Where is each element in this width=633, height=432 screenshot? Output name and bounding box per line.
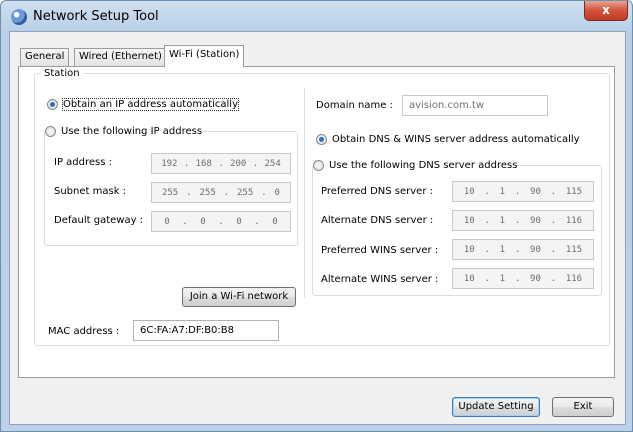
ip-octet: 0: [274, 187, 280, 198]
exit-button[interactable]: Exit: [552, 397, 614, 417]
ip-octet: 0: [272, 216, 278, 227]
radio-checked-icon: [316, 134, 327, 145]
ip-octet: 10: [463, 215, 475, 226]
tab-wired-ethernet[interactable]: Wired (Ethernet): [74, 48, 167, 66]
ip-address-label: IP address :: [54, 157, 112, 168]
column-divider: [304, 88, 305, 298]
update-setting-button[interactable]: Update Setting: [452, 397, 540, 417]
alternate-wins-field[interactable]: 10. 1. 90. 116: [452, 268, 594, 289]
station-legend: Station: [44, 68, 80, 79]
alternate-wins-label: Alternate WINS server :: [321, 274, 439, 285]
domain-name-label: Domain name :: [316, 100, 393, 111]
ip-octet: 0: [164, 216, 170, 227]
ip-octet: 192: [161, 158, 178, 169]
ip-octet: 0: [236, 216, 242, 227]
subnet-mask-field[interactable]: 255. 255. 255. 0: [151, 182, 291, 203]
ip-octet: 10: [463, 244, 475, 255]
ip-octet: 255: [237, 187, 254, 198]
use-following-dns-label: Use the following DNS server address: [329, 160, 518, 171]
preferred-wins-label: Preferred WINS server :: [321, 245, 439, 256]
join-wifi-network-button[interactable]: Join a Wi-Fi network: [182, 287, 296, 307]
ip-octet: 255: [161, 187, 179, 198]
preferred-dns-field[interactable]: 10. 1. 90. 115: [452, 181, 594, 202]
default-gateway-field[interactable]: 0. 0. 0. 0: [151, 211, 291, 232]
tab-general[interactable]: General: [20, 48, 70, 66]
title-bar[interactable]: Network Setup Tool x: [1, 1, 632, 31]
close-button[interactable]: x: [584, 1, 628, 21]
obtain-dns-auto-label: Obtain DNS & WINS server address automat…: [332, 134, 580, 145]
ip-octet: 254: [264, 158, 281, 169]
obtain-dns-auto-radio[interactable]: Obtain DNS & WINS server address automat…: [316, 134, 580, 145]
mac-address-label: MAC address :: [48, 326, 120, 337]
alternate-dns-field[interactable]: 10. 1. 90. 116: [452, 210, 594, 231]
network-globe-icon: [11, 9, 27, 25]
alternate-dns-label: Alternate DNS server :: [321, 215, 434, 226]
ip-octet: 90: [530, 215, 541, 226]
ip-octet: 1: [499, 215, 506, 226]
radio-unchecked-icon: [313, 160, 324, 171]
use-following-ip-label: Use the following IP address: [61, 126, 203, 137]
ip-octet: 10: [463, 186, 475, 197]
radio-checked-icon: [47, 99, 58, 110]
ip-octet: 255: [199, 187, 216, 198]
radio-unchecked-icon: [45, 126, 56, 137]
ip-octet: 1: [499, 186, 506, 197]
subnet-mask-label: Subnet mask :: [54, 186, 127, 197]
ip-octet: 90: [530, 244, 541, 255]
ip-octet: 168: [195, 158, 212, 169]
ip-address-field[interactable]: 192. 168. 200. 254: [151, 153, 291, 174]
ip-octet: 116: [565, 215, 583, 226]
ip-octet: 1: [499, 273, 506, 284]
use-following-ip-radio[interactable]: Use the following IP address: [45, 126, 202, 137]
ip-octet: 116: [565, 273, 583, 284]
use-following-dns-radio[interactable]: Use the following DNS server address: [313, 160, 517, 171]
window-title: Network Setup Tool: [33, 9, 159, 24]
ip-octet: 90: [530, 273, 541, 284]
domain-name-field[interactable]: avision.com.tw: [402, 95, 548, 116]
default-gateway-label: Default gateway :: [54, 215, 144, 226]
ip-octet: 115: [565, 244, 583, 255]
mac-address-field[interactable]: 6C:FA:A7:DF:B0:B8: [133, 320, 279, 341]
ip-octet: 90: [530, 186, 541, 197]
ip-octet: 200: [230, 158, 247, 169]
preferred-wins-field[interactable]: 10. 1. 90. 115: [452, 239, 594, 260]
obtain-ip-auto-radio[interactable]: Obtain an IP address automatically: [47, 98, 240, 111]
obtain-ip-auto-label: Obtain an IP address automatically: [61, 98, 240, 111]
ip-octet: 1: [499, 244, 506, 255]
ip-octet: 10: [463, 273, 475, 284]
ip-octet: 0: [200, 216, 206, 227]
tab-wifi-station[interactable]: Wi-Fi (Station): [164, 45, 245, 67]
preferred-dns-label: Preferred DNS server :: [321, 186, 433, 197]
ip-octet: 115: [565, 186, 583, 197]
